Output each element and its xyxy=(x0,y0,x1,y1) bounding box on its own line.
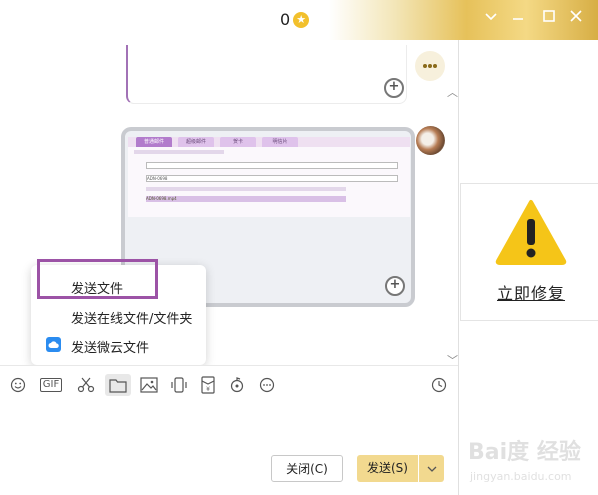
preview-attachment-text: ADN-0698.mp4 xyxy=(146,196,177,201)
star-icon: ★ xyxy=(293,11,310,28)
image-icon[interactable] xyxy=(140,376,158,394)
emoji-icon[interactable] xyxy=(9,376,27,394)
zoom-icon[interactable]: + xyxy=(384,78,404,98)
preview-tab: 超级邮件 xyxy=(178,137,214,147)
chevron-down-icon[interactable] xyxy=(480,8,502,30)
warning-icon xyxy=(495,200,567,265)
menu-item-send-cloud-file[interactable]: 发送微云文件 xyxy=(71,337,149,356)
svg-text:¥: ¥ xyxy=(206,386,210,393)
title-bar: 0 ★ xyxy=(0,0,598,40)
gif-label: GIF xyxy=(39,378,63,392)
preview-tab: 明信片 xyxy=(262,137,298,147)
scroll-up-icon[interactable]: ︿ xyxy=(447,84,458,100)
gif-icon[interactable]: GIF xyxy=(39,376,63,394)
chevron-down-icon[interactable] xyxy=(419,455,444,482)
more-icon[interactable] xyxy=(415,51,445,81)
music-icon[interactable] xyxy=(228,376,246,394)
title-counter: 0 ★ xyxy=(280,10,310,29)
count-value: 0 xyxy=(280,10,291,29)
folder-icon[interactable] xyxy=(105,374,131,396)
maximize-icon[interactable] xyxy=(538,8,560,30)
watermark-url: jingyan.baidu.com xyxy=(470,470,572,483)
highlight-box xyxy=(37,259,158,299)
preview-toolbar xyxy=(134,150,224,154)
zoom-icon[interactable]: + xyxy=(385,276,405,296)
fix-now-link[interactable]: 立即修复 xyxy=(497,280,565,304)
screenshot-preview: 普通邮件 超级邮件 贺卡 明信片 ADN-0698 ADN-0698.mp4 xyxy=(128,137,410,217)
input-toolbar: GIF ¥ xyxy=(0,365,458,402)
message-bubble: + xyxy=(126,45,407,104)
more-options-icon[interactable] xyxy=(258,376,276,394)
close-icon[interactable] xyxy=(565,8,587,30)
watermark-logo: Bai度 经验 xyxy=(468,440,581,465)
send-button[interactable]: 发送(S) xyxy=(357,455,418,482)
watermark: Bai度 经验 jingyan.baidu.com xyxy=(468,432,598,495)
preview-subject: ADN-0698 xyxy=(146,175,398,182)
avatar[interactable] xyxy=(416,126,445,155)
cloud-icon xyxy=(46,337,61,352)
preview-attachment: ADN-0698.mp4 xyxy=(146,196,346,202)
menu-item-send-online-file[interactable]: 发送在线文件/文件夹 xyxy=(71,308,192,327)
red-packet-icon[interactable]: ¥ xyxy=(199,376,217,394)
preview-attach-bar xyxy=(146,187,346,191)
shake-icon[interactable] xyxy=(170,376,188,394)
scissors-icon[interactable] xyxy=(77,376,95,394)
preview-tabs: 普通邮件 超级邮件 贺卡 明信片 xyxy=(128,137,410,147)
preview-tab: 普通邮件 xyxy=(136,137,172,147)
preview-field xyxy=(146,162,398,169)
minimize-icon[interactable] xyxy=(507,8,529,30)
history-icon[interactable] xyxy=(430,376,448,394)
preview-tab: 贺卡 xyxy=(220,137,256,147)
preview-subject-text: ADN-0698 xyxy=(147,176,168,181)
close-button[interactable]: 关闭(C) xyxy=(271,455,343,482)
